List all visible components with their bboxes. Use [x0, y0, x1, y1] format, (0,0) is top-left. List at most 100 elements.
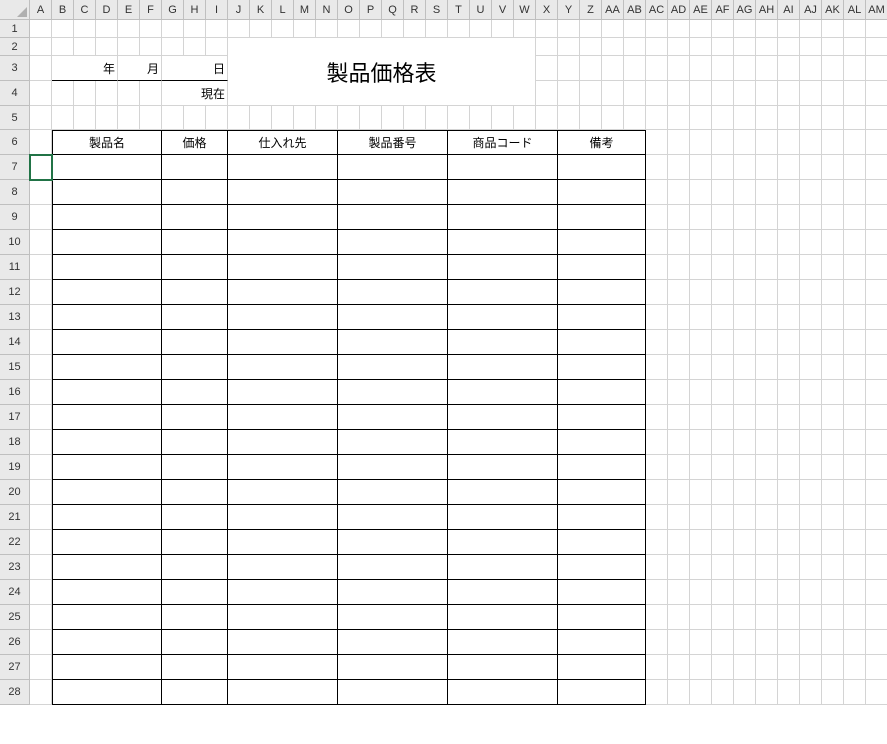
row-header-14[interactable]: 14 [0, 330, 30, 355]
cell[interactable] [712, 680, 734, 705]
cell[interactable] [690, 280, 712, 305]
cell[interactable] [690, 630, 712, 655]
col-header-I[interactable]: I [206, 0, 228, 20]
cell[interactable] [844, 455, 866, 480]
cell[interactable] [866, 230, 887, 255]
cell[interactable] [778, 630, 800, 655]
table-cell[interactable] [448, 380, 558, 405]
cell[interactable] [756, 580, 778, 605]
cell[interactable] [866, 56, 887, 81]
cell[interactable] [778, 38, 800, 56]
cell[interactable] [756, 630, 778, 655]
cell[interactable] [866, 130, 887, 155]
cell[interactable] [360, 20, 382, 38]
cell[interactable] [690, 455, 712, 480]
cell[interactable] [866, 180, 887, 205]
table-cell[interactable] [228, 380, 338, 405]
table-cell[interactable] [558, 380, 646, 405]
cell[interactable] [778, 330, 800, 355]
table-cell[interactable] [338, 205, 448, 230]
cell[interactable] [734, 155, 756, 180]
cell[interactable] [778, 380, 800, 405]
table-cell[interactable] [52, 330, 162, 355]
row-header-12[interactable]: 12 [0, 280, 30, 305]
cell[interactable] [866, 580, 887, 605]
cell[interactable] [712, 405, 734, 430]
cell[interactable] [140, 20, 162, 38]
cell[interactable] [712, 38, 734, 56]
cell[interactable] [734, 255, 756, 280]
table-cell[interactable] [558, 330, 646, 355]
cell[interactable] [536, 20, 558, 38]
cell[interactable] [822, 580, 844, 605]
table-cell[interactable] [162, 355, 228, 380]
cell[interactable] [844, 20, 866, 38]
cell[interactable] [712, 505, 734, 530]
cell[interactable] [844, 280, 866, 305]
table-cell[interactable] [448, 405, 558, 430]
table-cell[interactable] [448, 630, 558, 655]
cell[interactable] [866, 405, 887, 430]
cell[interactable] [756, 20, 778, 38]
table-cell[interactable] [162, 680, 228, 705]
table-cell[interactable] [558, 305, 646, 330]
cell[interactable] [668, 305, 690, 330]
table-cell[interactable] [558, 280, 646, 305]
cell[interactable] [646, 305, 668, 330]
cell[interactable] [426, 20, 448, 38]
row-header-22[interactable]: 22 [0, 530, 30, 555]
cell[interactable] [690, 205, 712, 230]
table-cell[interactable] [338, 305, 448, 330]
table-cell[interactable] [162, 580, 228, 605]
cell[interactable] [118, 38, 140, 56]
table-cell[interactable] [52, 580, 162, 605]
cell[interactable] [52, 81, 74, 106]
col-header-R[interactable]: R [404, 0, 426, 20]
cell[interactable] [734, 330, 756, 355]
col-header-X[interactable]: X [536, 0, 558, 20]
table-cell[interactable] [52, 505, 162, 530]
cell[interactable] [52, 106, 74, 130]
cell[interactable] [624, 81, 646, 106]
cell[interactable] [822, 380, 844, 405]
spreadsheet-grid[interactable]: ABCDEFGHIJKLMNOPQRSTUVWXYZAAABACADAEAFAG… [0, 0, 887, 705]
cell[interactable] [844, 130, 866, 155]
row-header-26[interactable]: 26 [0, 630, 30, 655]
cell[interactable] [734, 38, 756, 56]
cell[interactable] [668, 38, 690, 56]
table-cell[interactable] [228, 505, 338, 530]
table-cell[interactable] [338, 655, 448, 680]
table-cell[interactable] [558, 555, 646, 580]
cell[interactable] [844, 56, 866, 81]
cell[interactable] [668, 405, 690, 430]
cell[interactable] [668, 280, 690, 305]
table-cell[interactable] [448, 330, 558, 355]
cell[interactable] [448, 20, 470, 38]
cell[interactable] [646, 505, 668, 530]
cell[interactable] [866, 555, 887, 580]
table-cell[interactable] [448, 280, 558, 305]
table-cell[interactable] [338, 455, 448, 480]
cell[interactable] [778, 430, 800, 455]
table-cell[interactable] [558, 530, 646, 555]
cell[interactable] [338, 106, 360, 130]
cell[interactable] [866, 505, 887, 530]
cell[interactable] [734, 655, 756, 680]
cell[interactable] [756, 230, 778, 255]
table-cell[interactable] [162, 605, 228, 630]
cell[interactable] [30, 530, 52, 555]
cell[interactable] [800, 355, 822, 380]
cell[interactable] [778, 106, 800, 130]
cell[interactable] [558, 56, 580, 81]
cell[interactable] [756, 106, 778, 130]
cell[interactable] [30, 38, 52, 56]
row-header-19[interactable]: 19 [0, 455, 30, 480]
row-header-21[interactable]: 21 [0, 505, 30, 530]
table-cell[interactable] [228, 555, 338, 580]
cell[interactable] [646, 81, 668, 106]
cell[interactable] [184, 20, 206, 38]
cell[interactable] [52, 38, 74, 56]
table-cell[interactable] [162, 430, 228, 455]
cell[interactable] [690, 555, 712, 580]
row-header-2[interactable]: 2 [0, 38, 30, 56]
